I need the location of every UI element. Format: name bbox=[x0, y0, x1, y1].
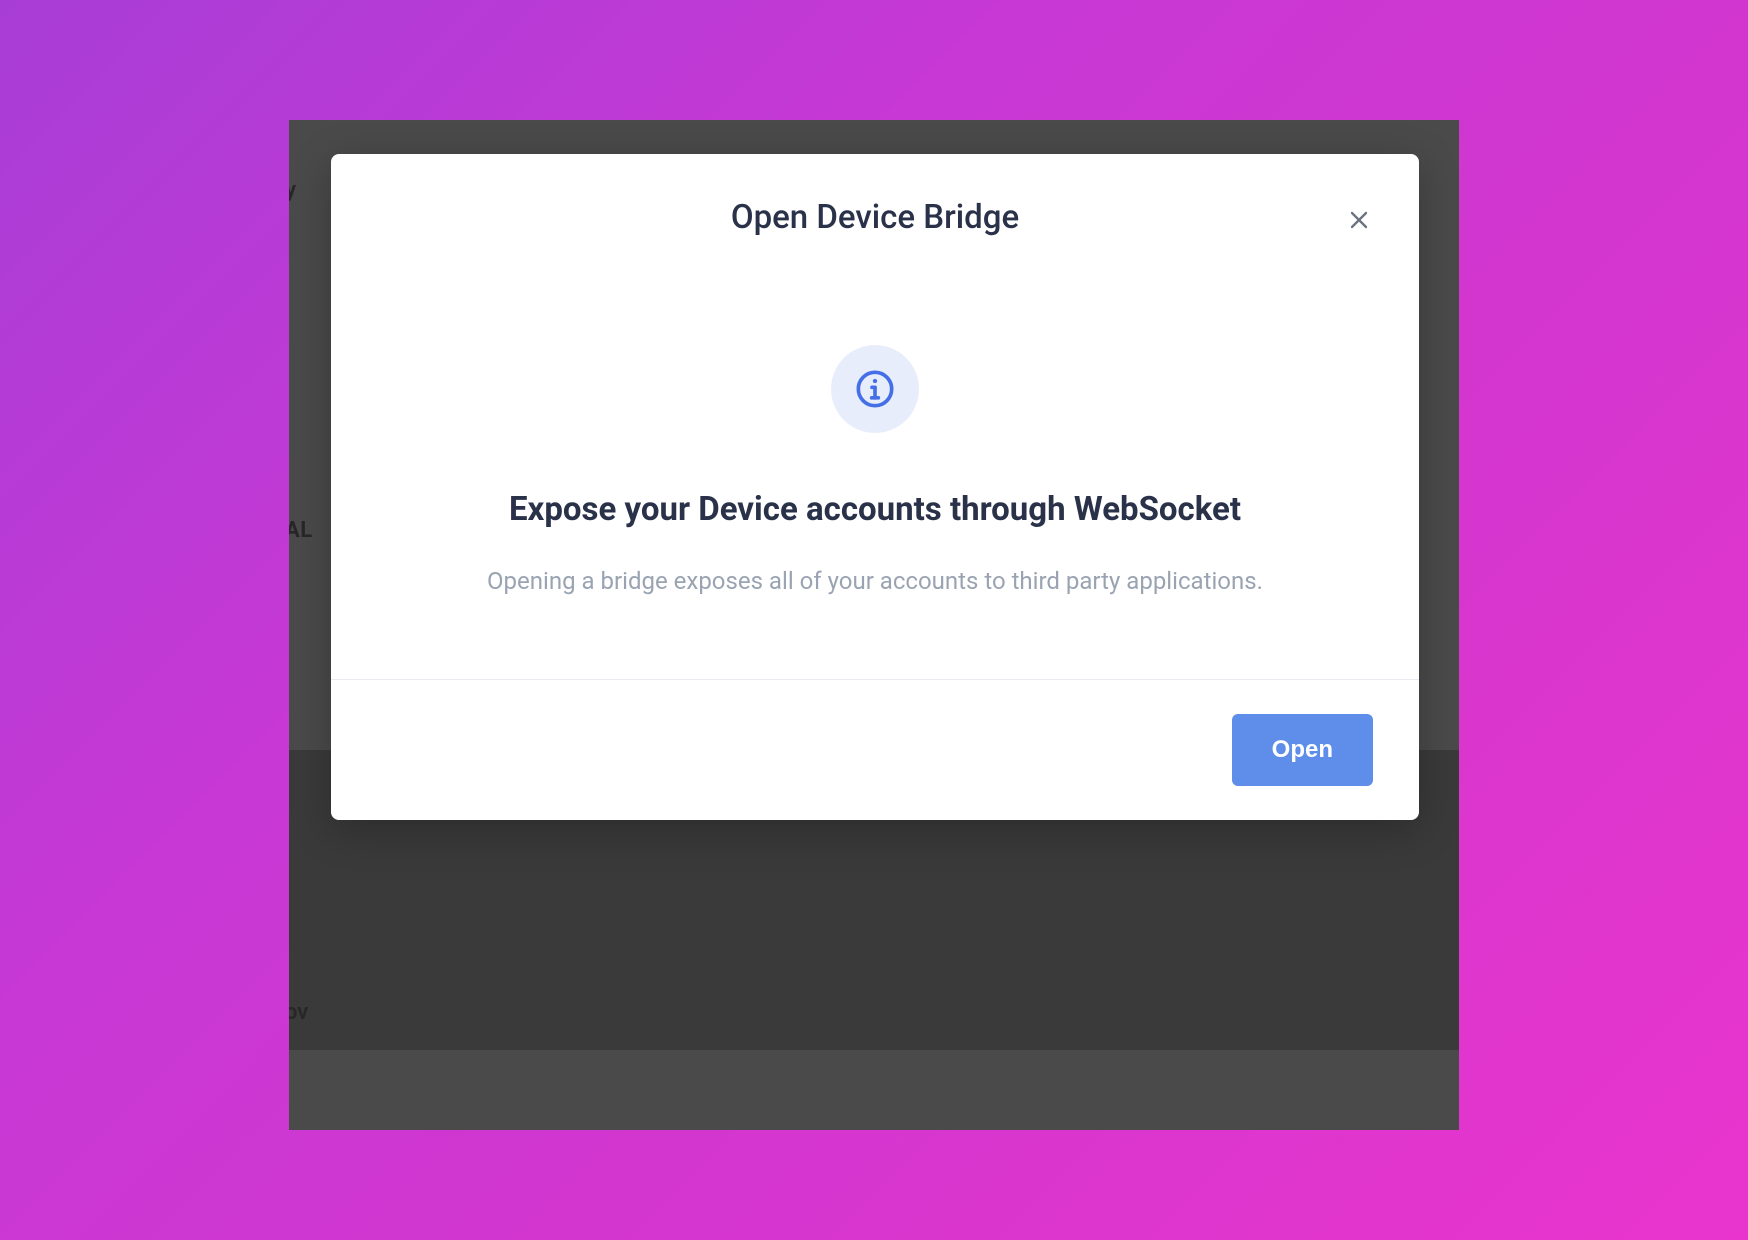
open-button[interactable]: Open bbox=[1232, 714, 1373, 786]
modal-description: Opening a bridge exposes all of your acc… bbox=[487, 563, 1263, 599]
close-button[interactable] bbox=[1343, 204, 1375, 236]
info-icon bbox=[855, 369, 895, 409]
bg-text-fragment: ov bbox=[289, 1000, 308, 1025]
modal-header: Open Device Bridge bbox=[331, 154, 1419, 265]
app-window: ry AL ov Open Device Bridge bbox=[289, 120, 1459, 1130]
bg-text-fragment: AL bbox=[289, 518, 313, 543]
bg-text-fragment: ry bbox=[289, 178, 296, 203]
close-icon bbox=[1347, 208, 1371, 232]
modal-footer: Open bbox=[331, 679, 1419, 820]
modal-heading: Expose your Device accounts through WebS… bbox=[509, 488, 1241, 533]
info-badge bbox=[831, 345, 919, 433]
modal-body: Expose your Device accounts through WebS… bbox=[331, 265, 1419, 679]
device-bridge-modal: Open Device Bridge Expose your Device ac… bbox=[331, 154, 1419, 820]
modal-title: Open Device Bridge bbox=[731, 198, 1019, 237]
